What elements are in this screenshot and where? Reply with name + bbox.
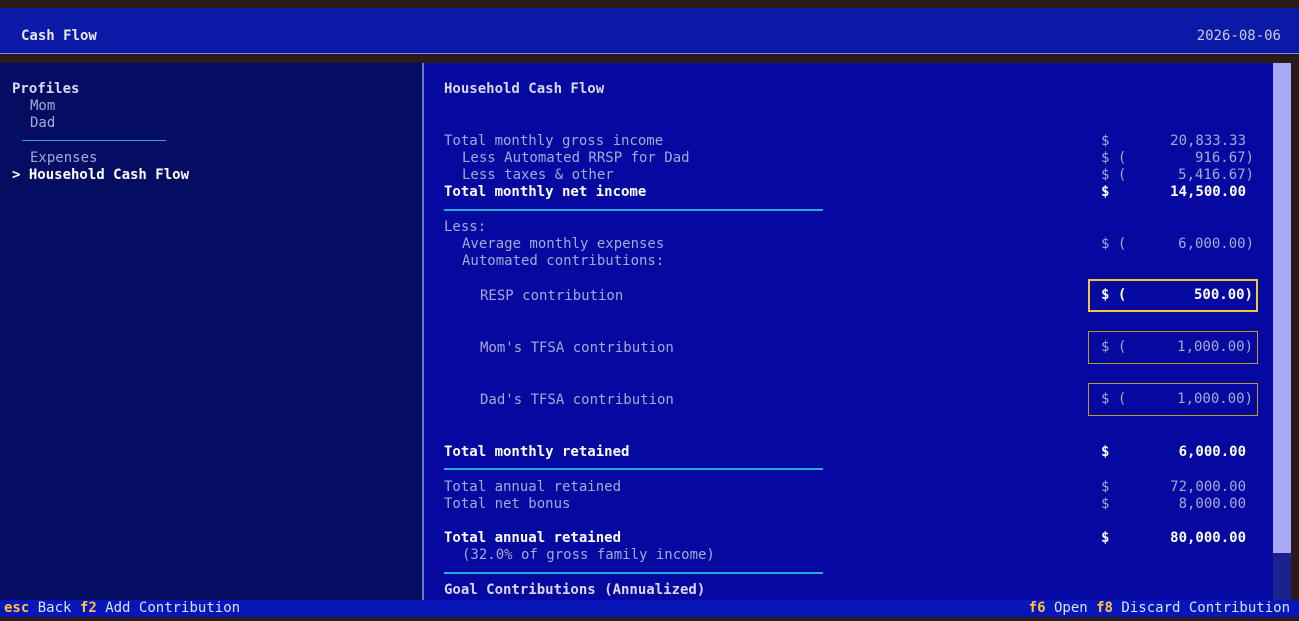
expenses-currency: $ ( xyxy=(1101,236,1127,252)
automated-contributions-label: Automated contributions: xyxy=(462,253,665,269)
rrsp-currency: $ ( xyxy=(1101,150,1127,166)
f6-key[interactable]: f6 xyxy=(1029,600,1046,616)
sidebar-item-mom[interactable]: Mom xyxy=(30,98,55,115)
esc-key[interactable]: esc xyxy=(4,600,29,616)
annual-retained-value: 72,000.00 xyxy=(1170,479,1246,495)
less-label: Less: xyxy=(444,219,487,235)
total-annual-retained-value: 80,000.00 xyxy=(1170,530,1246,546)
sidebar-item-household-cash-flow[interactable]: > Household Cash Flow xyxy=(12,167,189,184)
current-date: 2026-08-06 xyxy=(1196,28,1281,44)
app-window: Cash Flow 2026-08-06 Profiles Mom Dad Ex… xyxy=(0,0,1299,621)
resp-contribution-currency: $ ( xyxy=(1101,287,1127,303)
annual-retained-label: Total annual retained xyxy=(444,479,622,495)
back-action[interactable]: Back xyxy=(38,600,72,616)
net-income-label: Total monthly net income xyxy=(444,184,647,200)
footer-right-hints: f6 Open f8 Discard Contribution xyxy=(1029,600,1290,617)
net-bonus-value: 8,000.00 xyxy=(1178,496,1246,512)
gross-income-percent-note: (32.0% of gross family income) xyxy=(462,547,715,563)
total-annual-retained-currency: $ xyxy=(1101,530,1110,546)
taxes-label: Less taxes & other xyxy=(462,167,614,183)
sidebar-item-dad[interactable]: Dad xyxy=(30,115,55,132)
gross-income-value: 20,833.33 xyxy=(1170,133,1246,149)
monthly-retained-value: 6,000.00 xyxy=(1178,444,1246,460)
gross-income-currency: $ xyxy=(1101,133,1110,149)
key-hints-bar: esc Back f2 Add Contribution f6 Open f8 … xyxy=(0,600,1299,617)
mom-tfsa-contribution-currency: $ ( xyxy=(1101,339,1127,355)
mom-tfsa-contribution-label: Mom's TFSA contribution xyxy=(480,340,674,356)
dad-tfsa-contribution-currency: $ ( xyxy=(1101,391,1127,407)
section-rule xyxy=(444,209,823,211)
gross-income-label: Total monthly gross income xyxy=(444,133,664,149)
monthly-retained-currency: $ xyxy=(1101,444,1110,460)
total-annual-retained-label: Total annual retained xyxy=(444,530,622,546)
rrsp-label: Less Automated RRSP for Dad xyxy=(462,150,690,166)
title-bar: Cash Flow 2026-08-06 xyxy=(0,8,1299,54)
section-rule xyxy=(444,572,823,574)
sidebar-item-expenses[interactable]: Expenses xyxy=(30,150,97,167)
mom-tfsa-contribution-value: 1,000.00) xyxy=(1177,339,1253,355)
open-action[interactable]: Open xyxy=(1054,600,1088,616)
net-income-currency: $ xyxy=(1101,184,1110,200)
net-income-value: 14,500.00 xyxy=(1170,184,1246,200)
mom-tfsa-contribution-field[interactable]: $ ( 1,000.00) xyxy=(1088,331,1258,364)
f8-key[interactable]: f8 xyxy=(1096,600,1113,616)
expenses-label: Average monthly expenses xyxy=(462,236,665,252)
dad-tfsa-contribution-field[interactable]: $ ( 1,000.00) xyxy=(1088,383,1258,416)
sidebar-separator xyxy=(22,140,166,141)
discard-contribution-action[interactable]: Discard Contribution xyxy=(1121,600,1290,616)
annual-retained-currency: $ xyxy=(1101,479,1110,495)
rrsp-value: 916.67) xyxy=(1194,150,1254,166)
sidebar: Profiles Mom Dad Expenses > Household Ca… xyxy=(0,63,422,600)
net-bonus-currency: $ xyxy=(1101,496,1110,512)
taxes-value: 5,416.67) xyxy=(1178,167,1254,183)
monthly-retained-label: Total monthly retained xyxy=(444,444,630,460)
dad-tfsa-contribution-value: 1,000.00) xyxy=(1177,391,1253,407)
net-bonus-label: Total net bonus xyxy=(444,496,571,512)
expenses-value: 6,000.00) xyxy=(1178,236,1254,252)
resp-contribution-field[interactable]: $ ( 500.00) xyxy=(1088,279,1258,312)
add-contribution-action[interactable]: Add Contribution xyxy=(105,600,240,616)
scrollbar[interactable] xyxy=(1273,63,1291,600)
goal-contributions-heading: Goal Contributions (Annualized) xyxy=(444,582,706,598)
resp-contribution-label: RESP contribution xyxy=(480,288,624,304)
scrollbar-thumb[interactable] xyxy=(1273,63,1291,553)
section-rule xyxy=(444,468,823,470)
sidebar-section-profiles: Profiles xyxy=(12,81,80,97)
f2-key[interactable]: f2 xyxy=(80,600,97,616)
dad-tfsa-contribution-label: Dad's TFSA contribution xyxy=(480,392,674,408)
taxes-currency: $ ( xyxy=(1101,167,1127,183)
screen-title: Cash Flow xyxy=(21,28,97,44)
main-panel: Household Cash Flow Total monthly gross … xyxy=(424,63,1273,600)
page-title: Household Cash Flow xyxy=(444,81,605,97)
resp-contribution-value: 500.00) xyxy=(1193,287,1253,303)
footer-left-hints: esc Back f2 Add Contribution xyxy=(4,600,240,617)
